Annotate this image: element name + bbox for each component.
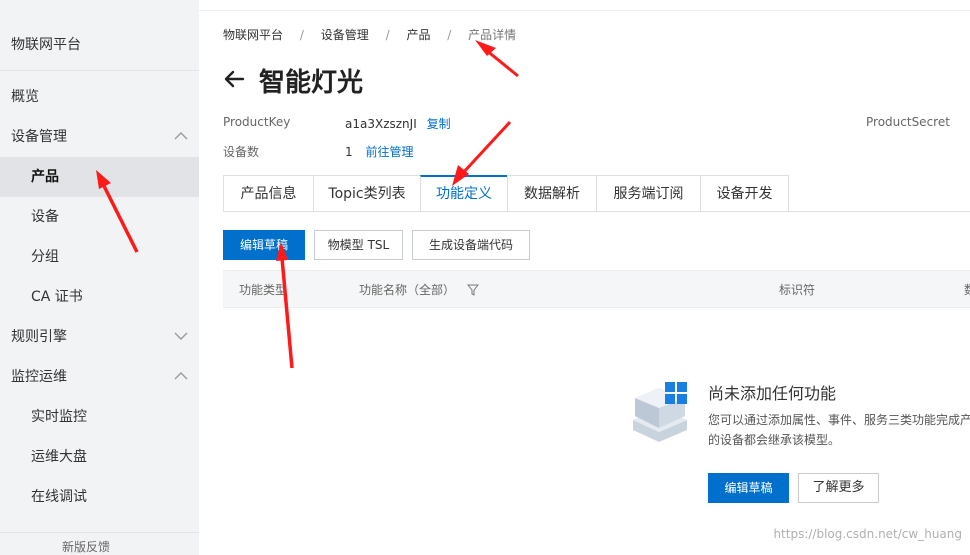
sidebar-divider (0, 70, 199, 71)
tab-device-development[interactable]: 设备开发 (700, 175, 789, 211)
breadcrumb-separator: / (385, 28, 390, 42)
breadcrumb-separator: / (447, 28, 452, 42)
column-identifier: 标识符 (779, 283, 816, 297)
edit-draft-button[interactable]: 编辑草稿 (223, 230, 305, 260)
filter-icon[interactable] (466, 284, 479, 296)
sidebar-item-group[interactable]: 分组 (0, 237, 199, 277)
tab-topic-list[interactable]: Topic类列表 (313, 175, 421, 211)
tab-function-definition[interactable]: 功能定义 (420, 175, 508, 211)
page-title: 智能灯光 (259, 68, 364, 98)
empty-state-description: 您可以通过添加属性、事件、服务三类功能完成产 的设备都会继承该模型。 (708, 413, 970, 447)
device-count-label: 设备数 (223, 145, 260, 159)
column-function-name[interactable]: 功能名称（全部） (359, 281, 479, 298)
generate-device-code-button[interactable]: 生成设备端代码 (412, 230, 530, 260)
sidebar-item-device-management[interactable]: 设备管理 (0, 117, 199, 157)
breadcrumb-separator: / (299, 28, 304, 42)
sidebar-item-label: 概览 (11, 89, 39, 105)
feedback-bar[interactable]: 新版反馈 (0, 532, 199, 555)
breadcrumb: 物联网平台 / 设备管理 / 产品 / 产品详情 (223, 26, 516, 43)
breadcrumb-item-iot-platform[interactable]: 物联网平台 (223, 28, 283, 42)
sidebar-item-monitoring-ops[interactable]: 监控运维 (0, 357, 199, 397)
sidebar-item-label: 监控运维 (11, 369, 67, 385)
sidebar-item-overview[interactable]: 概览 (0, 77, 199, 117)
learn-more-button[interactable]: 了解更多 (798, 473, 879, 503)
empty-state-title: 尚未添加任何功能 (708, 384, 837, 403)
sidebar-item-online-debug[interactable]: 在线调试 (0, 477, 199, 517)
sidebar-item-label: 设备管理 (11, 129, 67, 145)
chevron-up-icon (174, 357, 188, 397)
sidebar-item-product[interactable]: 产品 (0, 157, 199, 197)
tab-data-parsing[interactable]: 数据解析 (507, 175, 597, 211)
feedback-label: 新版反馈 (62, 540, 111, 554)
sidebar-item-label: 在线调试 (31, 489, 87, 505)
top-strip (199, 0, 970, 11)
chevron-down-icon (174, 317, 188, 357)
column-data: 数 (964, 281, 970, 298)
sidebar-item-ca-cert[interactable]: CA 证书 (0, 277, 199, 317)
tsl-button[interactable]: 物模型 TSL (314, 230, 403, 260)
breadcrumb-item-product[interactable]: 产品 (406, 28, 430, 42)
sidebar-item-label: 运维大盘 (31, 449, 87, 465)
sidebar-item-label: 实时监控 (31, 409, 87, 425)
sidebar-item-ops-dashboard[interactable]: 运维大盘 (0, 437, 199, 477)
sidebar-item-realtime-monitor[interactable]: 实时监控 (0, 397, 199, 437)
product-key-row: a1a3XzsznJI 复制 (345, 115, 451, 132)
empty-state-edit-draft-button[interactable]: 编辑草稿 (708, 473, 789, 503)
breadcrumb-item-device-management[interactable]: 设备管理 (321, 28, 369, 42)
tab-underline (223, 211, 970, 212)
product-key-value: a1a3XzsznJI (345, 117, 417, 131)
sidebar-item-label: 分组 (31, 249, 59, 265)
device-count-row: 1 前往管理 (345, 143, 413, 160)
sidebar-item-label: 规则引擎 (11, 329, 67, 345)
chevron-up-icon (174, 117, 188, 157)
sidebar-item-rule-engine[interactable]: 规则引擎 (0, 317, 199, 357)
sidebar-title: 物联网平台 (11, 37, 81, 53)
product-secret-label: ProductSecret (866, 115, 950, 129)
function-table-header: 功能类型 功能名称（全部） 标识符 数 (223, 270, 970, 308)
copy-link[interactable]: 复制 (427, 117, 451, 131)
sidebar: 物联网平台 概览 设备管理 产品 设备 分组 CA 证书 规则引擎 监控运维 实… (0, 0, 199, 555)
sidebar-item-label: 产品 (31, 169, 59, 185)
device-count-value: 1 (345, 145, 353, 159)
sidebar-item-label: CA 证书 (31, 289, 83, 305)
watermark: https://blog.csdn.net/cw_huang (773, 527, 962, 541)
empty-box-icon (629, 376, 693, 446)
tab-product-info[interactable]: 产品信息 (223, 175, 314, 211)
tab-server-subscription[interactable]: 服务端订阅 (596, 175, 701, 211)
breadcrumb-item-product-detail: 产品详情 (468, 28, 517, 42)
product-key-label: ProductKey (223, 115, 291, 129)
column-function-type: 功能类型 (239, 283, 288, 297)
sidebar-item-device[interactable]: 设备 (0, 197, 199, 237)
back-arrow-icon[interactable] (223, 68, 245, 90)
main-content: 物联网平台 / 设备管理 / 产品 / 产品详情 智能灯光 ProductKey… (199, 0, 970, 555)
manage-devices-link[interactable]: 前往管理 (365, 145, 413, 159)
sidebar-item-label: 设备 (31, 209, 59, 225)
